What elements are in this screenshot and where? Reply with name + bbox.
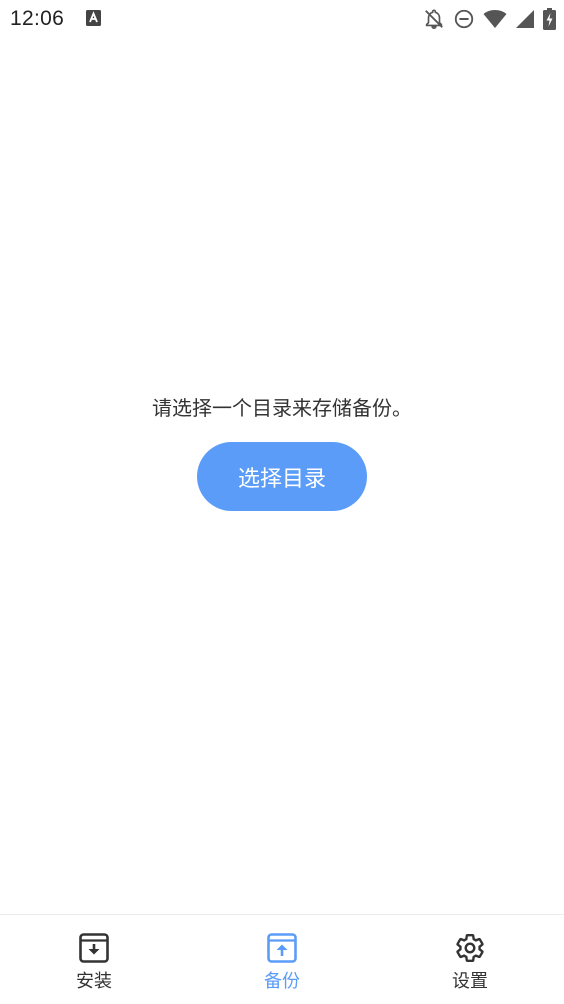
gear-icon (454, 932, 486, 964)
notifications-off-icon (423, 8, 445, 30)
battery-charging-icon (543, 8, 556, 30)
install-box-icon (78, 932, 110, 964)
nav-label-settings: 设置 (452, 971, 488, 992)
nav-item-backup[interactable]: 备份 (188, 915, 376, 1004)
status-bar: 12:06 (0, 0, 564, 38)
status-icons (423, 7, 556, 31)
screen: 12:06 请选择一个目录来存储备份。 选择目录 安装 备份 设置 (0, 0, 564, 1004)
bottom-navigation: 安装 备份 设置 (0, 914, 564, 1004)
nav-item-settings[interactable]: 设置 (376, 915, 564, 1004)
backup-box-icon (266, 932, 298, 964)
choose-directory-button[interactable]: 选择目录 (197, 442, 367, 511)
nav-item-install[interactable]: 安装 (0, 915, 188, 1004)
nav-label-install: 安装 (76, 971, 112, 992)
do-not-disturb-icon (453, 8, 475, 30)
wifi-icon (483, 9, 507, 29)
status-time: 12:06 (10, 7, 65, 30)
cell-signal-icon (515, 9, 535, 29)
nav-label-backup: 备份 (264, 971, 300, 992)
empty-state-message: 请选择一个目录来存储备份。 (152, 396, 412, 420)
app-notification-icon (86, 10, 101, 26)
